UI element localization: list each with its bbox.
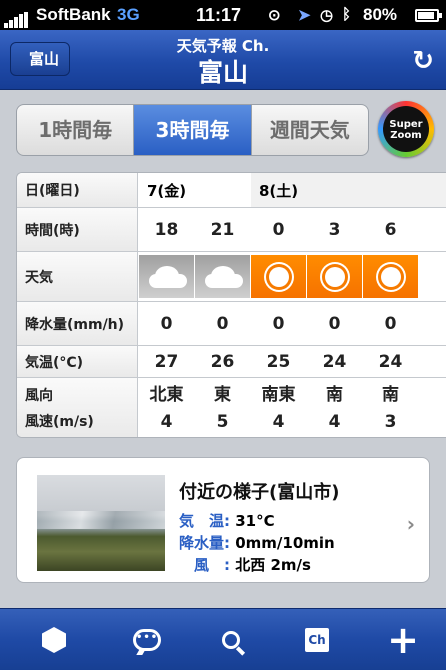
live-camera-photo — [37, 475, 165, 571]
cloudy-icon — [139, 255, 194, 298]
row-label-date: 日(曜日) — [17, 173, 138, 207]
channel-icon-text: Ch — [305, 628, 329, 652]
row-label-weather: 天気 — [17, 252, 138, 301]
temp-cell: 26 — [210, 351, 235, 372]
wind-cell: 北東 4 — [139, 378, 194, 437]
cloudy-icon — [195, 255, 250, 298]
forecast-table: 日(曜日) 7(金) 8(土) 時間(時) 18 21 0 3 6 天気 降水量… — [16, 172, 446, 438]
nearby-temp: 気 温: 31°C — [179, 510, 275, 531]
hour-cell: 18 — [154, 219, 179, 240]
super-zoom-label-2: Zoom — [390, 130, 422, 141]
wind-cell: 南4 — [307, 378, 362, 437]
precip-cell: 0 — [328, 313, 341, 334]
wind-speed: 4 — [160, 411, 173, 432]
table-row-hour: 時間(時) 18 21 0 3 6 — [17, 208, 446, 252]
super-zoom-label-1: Super — [389, 119, 423, 130]
battery-icon — [415, 9, 442, 22]
wind-cell: 南3 — [363, 378, 418, 437]
location-arrow-icon: ➤ — [298, 7, 311, 24]
precip-cell: 0 — [272, 313, 285, 334]
bottom-toolbar: ••• Ch + — [0, 608, 446, 670]
bluetooth-icon: ᛒ — [342, 6, 352, 23]
alarm-clock-icon: ◷ — [320, 7, 334, 24]
nearby-wind-value: 北西 2m/s — [235, 556, 311, 574]
nearby-wind-label: 風 : — [179, 556, 230, 574]
table-row-temp: 気温(°C) 27 26 25 24 24 — [17, 346, 446, 378]
signal-strength-icon — [4, 8, 29, 28]
wind-direction: 南 — [326, 384, 343, 405]
wind-speed: 3 — [384, 411, 397, 432]
temp-cell: 25 — [266, 351, 291, 372]
precip-cell: 0 — [384, 313, 397, 334]
navigation-bar: 富山 天気予報 Ch. 富山 ↻ — [0, 30, 446, 90]
nearby-temp-value: 31°C — [235, 512, 275, 530]
hour-cell: 6 — [384, 219, 397, 240]
date-cell: 8(土) — [251, 173, 446, 207]
page-title: 富山 — [197, 58, 248, 87]
row-label-hour: 時間(時) — [17, 208, 138, 251]
wind-speed: 4 — [328, 411, 341, 432]
temp-cell: 24 — [378, 351, 403, 372]
hour-cell: 3 — [328, 219, 341, 240]
wind-direction: 南東 — [261, 384, 296, 405]
temp-cell: 24 — [322, 351, 347, 372]
tab-hourly[interactable]: 1時間毎 — [17, 105, 135, 155]
wind-direction: 東 — [214, 384, 231, 405]
row-label-temp: 気温(°C) — [17, 346, 138, 377]
wind-direction: 北東 — [149, 384, 184, 405]
wind-speed: 4 — [272, 411, 285, 432]
precip-cell: 0 — [160, 313, 173, 334]
network-type: 3G — [117, 5, 140, 24]
hour-cell: 0 — [272, 219, 285, 240]
super-zoom-button[interactable]: Super Zoom — [378, 101, 434, 157]
nearby-precip: 降水量: 0mm/10min — [179, 532, 335, 553]
sunny-icon — [251, 255, 306, 298]
row-label-wind-dir: 風向 — [25, 387, 53, 404]
table-row-weather: 天気 — [17, 252, 446, 302]
row-label-wind: 風向 風速(m/s) — [17, 378, 138, 437]
carrier-name: SoftBank — [36, 5, 111, 24]
temp-cell: 27 — [154, 351, 179, 372]
add-icon[interactable]: + — [386, 621, 420, 659]
nearby-precip-label: 降水量: — [179, 534, 230, 552]
chevron-right-icon: › — [406, 512, 415, 536]
status-time: 11:17 — [196, 5, 242, 25]
tab-3-hourly[interactable]: 3時間毎 — [134, 105, 252, 155]
nearby-wind: 風 : 北西 2m/s — [179, 554, 311, 575]
chat-bubble-icon[interactable]: ••• — [130, 623, 164, 657]
precip-cell: 0 — [216, 313, 229, 334]
rotation-lock-icon: ⊙ — [268, 7, 281, 24]
wind-cell: 南東 4 — [251, 378, 306, 437]
refresh-icon[interactable]: ↻ — [412, 46, 434, 76]
hour-cell: 21 — [210, 219, 235, 240]
search-icon[interactable] — [214, 623, 248, 657]
date-cell: 7(金) — [147, 181, 187, 200]
nearby-conditions-card[interactable]: 付近の様子(富山市) 気 温: 31°C 降水量: 0mm/10min 風 : … — [16, 457, 430, 583]
sunny-icon — [363, 255, 418, 298]
channel-icon[interactable]: Ch — [300, 623, 334, 657]
nearby-temp-label: 気 温: — [179, 512, 230, 530]
wind-direction: 南 — [382, 384, 399, 405]
row-label-precip: 降水量(mm/h) — [17, 302, 138, 345]
table-row-precip: 降水量(mm/h) 0 0 0 0 0 — [17, 302, 446, 346]
row-label-wind-speed: 風速(m/s) — [25, 413, 94, 430]
hexagon-icon[interactable] — [37, 623, 71, 657]
battery-percent: 80% — [363, 5, 398, 24]
wind-cell: 東5 — [195, 378, 250, 437]
forecast-interval-tabs: 1時間毎 3時間毎 週間天気 — [16, 104, 369, 156]
table-row-wind: 風向 風速(m/s) 北東 4 東5 南東 4 南4 南3 — [17, 378, 446, 437]
nearby-title: 付近の様子(富山市) — [179, 482, 340, 503]
wind-speed: 5 — [216, 411, 229, 432]
tab-weekly[interactable]: 週間天気 — [252, 105, 368, 155]
status-bar: SoftBank 3G 11:17 ⊙ ➤ ◷ ᛒ 80% — [0, 0, 446, 30]
nearby-precip-value: 0mm/10min — [235, 534, 335, 552]
table-row-date: 日(曜日) 7(金) 8(土) — [17, 173, 446, 208]
sunny-icon — [307, 255, 362, 298]
